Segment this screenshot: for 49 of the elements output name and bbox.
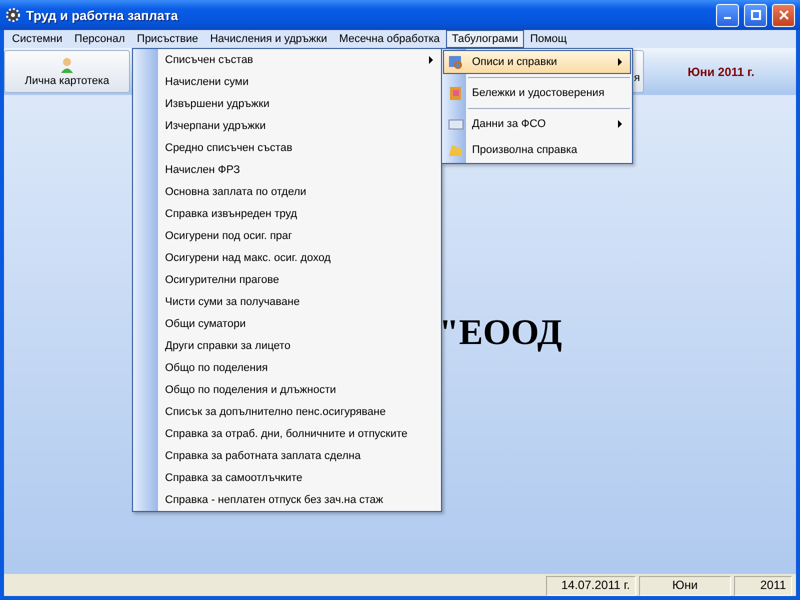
menu-entry[interactable]: Справка за работната заплата сделна [133, 445, 441, 467]
menu-entry[interactable]: Списъчен състав [133, 49, 441, 71]
status-panel: 2011 [734, 576, 792, 596]
menu-entry[interactable]: Справка за отраб. дни, болничните и отпуските [133, 423, 441, 445]
company-name: "ЕООД [439, 311, 562, 353]
maximize-button[interactable] [744, 4, 767, 26]
menu-entry[interactable]: Осигурени над макс. осиг. доход [133, 247, 441, 269]
menu-entry[interactable]: Общо по поделения и длъжности [133, 379, 441, 401]
close-button[interactable] [772, 4, 795, 26]
menu-entry[interactable]: Други справки за лицето [133, 335, 441, 357]
menu-entry[interactable]: Извършени удръжки [133, 93, 441, 115]
folder-search-icon [448, 54, 464, 70]
menu-entry[interactable]: Основна заплата по отдели [133, 181, 441, 203]
gear-icon [5, 7, 21, 23]
menu-entry[interactable]: Справка за самоотлъчките [133, 467, 441, 489]
period-label: Юни 2011 г. [686, 64, 756, 80]
menu-entry[interactable]: Осигурени под осиг. праг [133, 225, 441, 247]
menu-item[interactable]: Начисления и удръжки [204, 30, 334, 48]
menu-item[interactable]: Системни [6, 30, 68, 48]
menu-entry[interactable]: Начислени суми [133, 71, 441, 93]
menu-entry[interactable]: Данни за ФСО [443, 112, 631, 136]
status-panel: 14.07.2011 г. [546, 576, 636, 596]
menu-item[interactable]: Помощ [524, 30, 573, 48]
menu-item[interactable]: Персонал [68, 30, 131, 48]
menu-entry[interactable]: Средно списъчен състав [133, 137, 441, 159]
person-icon [60, 56, 74, 72]
menu-entry[interactable]: Чисти суми за получаване [133, 291, 441, 313]
maximize-icon [750, 10, 760, 20]
folder-icon [448, 142, 464, 158]
menu-entry[interactable]: Бележки и удостоверения [443, 81, 631, 105]
menu-entry[interactable]: Справка - неплатен отпуск без зач.на стаж [133, 489, 441, 511]
menu-item[interactable]: Месечна обработка [333, 30, 446, 48]
menu-item[interactable]: Табулограми [446, 30, 524, 48]
menu-entry[interactable]: Начислен ФРЗ [133, 159, 441, 181]
status-panel: Юни [639, 576, 731, 596]
menu-item[interactable]: Присъствие [130, 30, 204, 48]
menu-entry[interactable]: Списък за допълнително пенс.осигуряване [133, 401, 441, 423]
toolbar-button[interactable]: Лична картотека [4, 50, 130, 93]
menu-entry[interactable]: Описи и справки [443, 50, 631, 74]
window-title: Труд и работна заплата [26, 8, 179, 22]
menu-entry[interactable]: Осигурителни прагове [133, 269, 441, 291]
menu-entry[interactable]: Общо по поделения [133, 357, 441, 379]
menu-entry[interactable]: Изчерпани удръжки [133, 115, 441, 137]
menu-entry[interactable]: Произволна справка [443, 138, 631, 162]
menu-entry[interactable]: Общи суматори [133, 313, 441, 335]
notebook-icon [448, 85, 464, 101]
menu-entry[interactable]: Справка извънреден труд [133, 203, 441, 225]
minimize-button[interactable] [716, 4, 739, 26]
close-icon [778, 10, 788, 20]
